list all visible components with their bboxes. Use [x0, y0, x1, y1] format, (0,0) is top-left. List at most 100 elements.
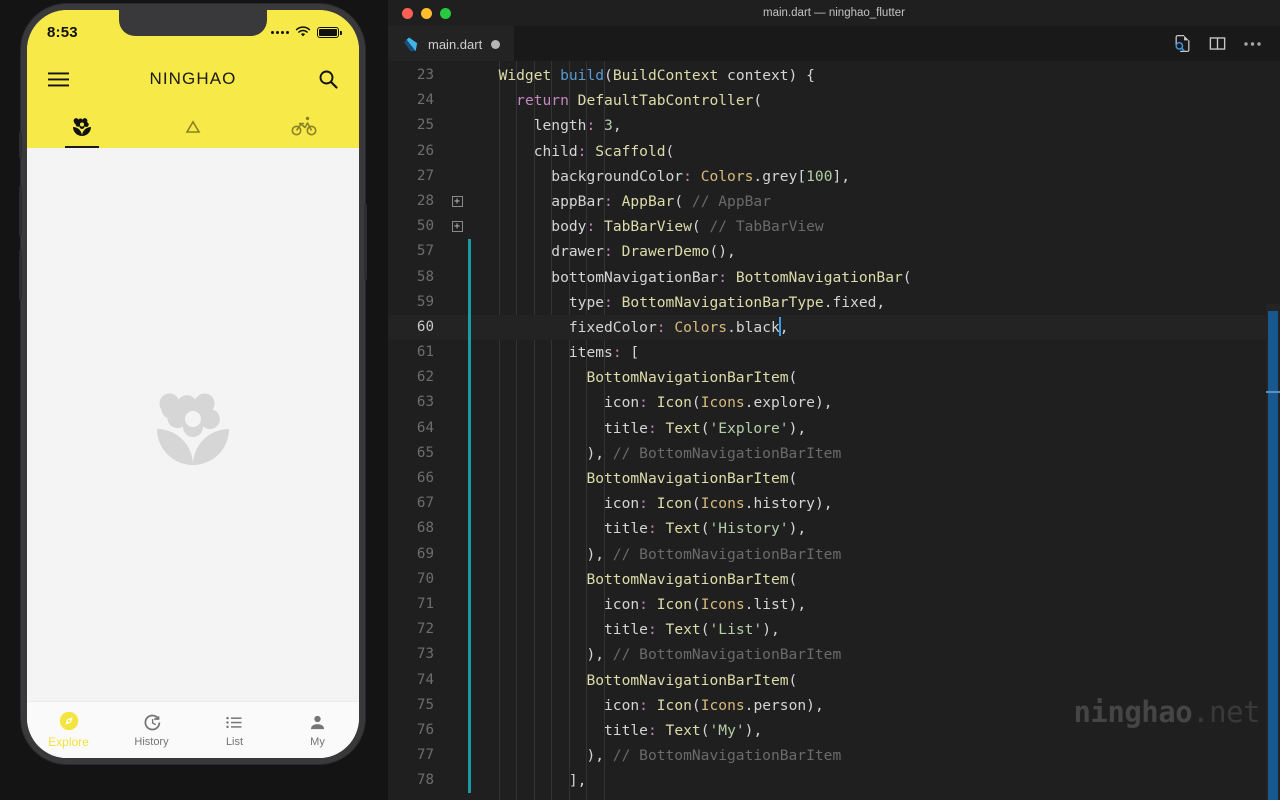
- line-number: 64: [416, 419, 434, 436]
- fold-expand-icon[interactable]: +: [446, 221, 468, 233]
- code-line[interactable]: 50 + body: TabBarView( // TabBarView: [388, 214, 1280, 239]
- code-line[interactable]: 24 return DefaultTabController(: [388, 88, 1280, 113]
- tab-indicator: [27, 145, 138, 148]
- list-icon: [226, 716, 242, 728]
- code-text: body: TabBarView( // TabBarView: [551, 218, 824, 236]
- line-number: 67: [416, 495, 434, 512]
- code-text: ), // BottomNavigationBarItem: [586, 646, 842, 664]
- code-line[interactable]: 73 ), // BottomNavigationBarItem: [388, 642, 1280, 668]
- line-number: 60: [416, 318, 434, 335]
- silent-switch[interactable]: [19, 132, 22, 158]
- code-line[interactable]: 26 child: Scaffold(: [388, 139, 1280, 164]
- tab-bar: [27, 104, 359, 148]
- code-line[interactable]: 60 fixedColor: Colors.black,: [388, 314, 1280, 341]
- tab-directions-bike[interactable]: [248, 104, 359, 148]
- unsaved-changes-dot[interactable]: [491, 39, 501, 49]
- tab-change-history[interactable]: [138, 104, 249, 148]
- line-number: 73: [416, 646, 434, 663]
- editor-tab-main-dart[interactable]: main.dart: [388, 26, 515, 61]
- local-florist-icon: [73, 118, 92, 136]
- code-text: BottomNavigationBarItem(: [586, 470, 798, 487]
- line-number: 74: [416, 671, 434, 688]
- code-text: length: 3,: [533, 117, 622, 135]
- bottom-nav-item-my[interactable]: My: [276, 702, 359, 757]
- phone-frame: 8:53 NINGHAO Explore History List My: [19, 4, 367, 764]
- code-text: icon: Icon(Icons.person),: [604, 696, 824, 714]
- wifi-icon: [295, 26, 311, 37]
- bottom-nav-item-history[interactable]: History: [110, 702, 193, 757]
- code-line[interactable]: 64 title: Text('Explore'),: [388, 415, 1280, 441]
- code-line[interactable]: 62 BottomNavigationBarItem(: [388, 365, 1280, 391]
- code-line[interactable]: 59 type: BottomNavigationBarType.fixed,: [388, 289, 1280, 315]
- code-line[interactable]: 25 length: 3,: [388, 113, 1280, 138]
- code-text: backgroundColor: Colors.grey[100],: [551, 167, 851, 185]
- volume-down-button[interactable]: [19, 250, 22, 300]
- status-bar-time: 8:53: [47, 23, 78, 41]
- volume-up-button[interactable]: [19, 186, 22, 236]
- find-in-file-icon[interactable]: [1173, 34, 1192, 53]
- bottom-nav-item-explore[interactable]: Explore: [27, 702, 110, 757]
- split-editor-icon[interactable]: [1208, 34, 1227, 53]
- notch: [119, 10, 267, 36]
- line-number: 61: [416, 344, 434, 361]
- tab-local-florist[interactable]: [27, 104, 138, 148]
- close-window-button[interactable]: [402, 7, 413, 19]
- code-text: ), // BottomNavigationBarItem: [586, 747, 842, 765]
- code-text: icon: Icon(Icons.explore),: [604, 394, 833, 412]
- traffic-lights: [388, 7, 451, 19]
- bottom-nav-item-list[interactable]: List: [193, 702, 276, 757]
- code-editor-window: main.dart — ninghao_flutter main.dart 23…: [388, 0, 1280, 800]
- directions-bike-icon: [291, 116, 317, 136]
- status-bar: 8:53: [27, 10, 359, 54]
- hamburger-menu-icon[interactable]: [45, 66, 71, 92]
- code-line[interactable]: 70 BottomNavigationBarItem(: [388, 566, 1280, 592]
- code-text: title: Text('My'),: [604, 721, 763, 739]
- code-text: bottomNavigationBar: BottomNavigationBar…: [551, 268, 912, 286]
- power-button[interactable]: [364, 204, 367, 280]
- code-text: BottomNavigationBarItem(: [586, 570, 798, 588]
- code-text: ), // BottomNavigationBarItem: [586, 444, 842, 462]
- more-actions-icon[interactable]: [1243, 40, 1262, 48]
- code-line[interactable]: 63 icon: Icon(Icons.explore),: [388, 390, 1280, 416]
- search-icon[interactable]: [315, 66, 341, 92]
- code-line[interactable]: 65 ), // BottomNavigationBarItem: [388, 440, 1280, 466]
- code-line[interactable]: 74 BottomNavigationBarItem(: [388, 667, 1280, 693]
- code-line[interactable]: 23 Widget build(BuildContext context) {: [388, 63, 1280, 88]
- code-lines: 23 Widget build(BuildContext context) {2…: [388, 63, 1280, 794]
- code-text: Widget build(BuildContext context) {: [498, 67, 815, 84]
- code-line[interactable]: 68 title: Text('History'),: [388, 516, 1280, 542]
- minimize-window-button[interactable]: [421, 7, 432, 19]
- code-line[interactable]: 78 ],: [388, 768, 1280, 794]
- code-area[interactable]: 23 Widget build(BuildContext context) {2…: [388, 61, 1280, 800]
- code-text: return DefaultTabController(: [516, 92, 763, 110]
- bottom-nav-label: Explore: [48, 735, 89, 749]
- person-icon: [310, 715, 325, 729]
- code-line[interactable]: 72 title: Text('List'),: [388, 617, 1280, 643]
- editor-scrollbar[interactable]: [1266, 61, 1280, 800]
- screenshot-root: 8:53 NINGHAO Explore History List My mai…: [0, 0, 1280, 800]
- code-text: child: Scaffold(: [533, 142, 675, 160]
- line-number: 23: [416, 67, 434, 83]
- fold-expand-icon[interactable]: +: [446, 196, 468, 208]
- code-line[interactable]: 69 ), // BottomNavigationBarItem: [388, 541, 1280, 567]
- code-line[interactable]: 77 ), // BottomNavigationBarItem: [388, 743, 1280, 769]
- code-line[interactable]: 67 icon: Icon(Icons.history),: [388, 491, 1280, 517]
- scrollbar-thumb[interactable]: [1268, 311, 1278, 800]
- code-line[interactable]: 61 items: [: [388, 340, 1280, 366]
- code-line[interactable]: 57 drawer: DrawerDemo(),: [388, 239, 1280, 265]
- window-title: main.dart — ninghao_flutter: [763, 7, 905, 19]
- code-line[interactable]: 71 icon: Icon(Icons.list),: [388, 591, 1280, 618]
- code-line[interactable]: 27 backgroundColor: Colors.grey[100],: [388, 164, 1280, 189]
- line-number: 26: [416, 142, 434, 159]
- code-text: title: Text('History'),: [604, 520, 807, 538]
- line-number: 70: [416, 570, 434, 587]
- line-number: 76: [416, 721, 434, 738]
- code-line[interactable]: 66 BottomNavigationBarItem(: [388, 466, 1280, 492]
- code-text: appBar: AppBar( // AppBar: [551, 192, 771, 210]
- code-line[interactable]: 58 bottomNavigationBar: BottomNavigation…: [388, 264, 1280, 290]
- code-line[interactable]: 28 + appBar: AppBar( // AppBar: [388, 189, 1280, 214]
- tab-body: [27, 148, 359, 701]
- bottom-nav-label: History: [134, 735, 169, 748]
- line-number: 28: [416, 192, 434, 209]
- maximize-window-button[interactable]: [440, 7, 451, 19]
